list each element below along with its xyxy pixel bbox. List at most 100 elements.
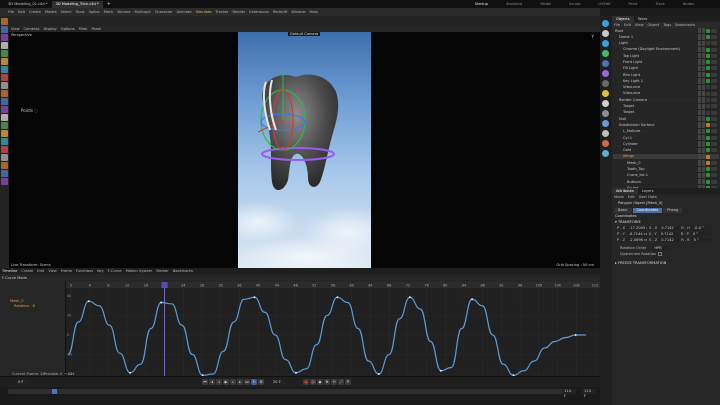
- tab-attributes[interactable]: Attributes: [612, 188, 638, 194]
- material-tag[interactable]: [711, 66, 717, 71]
- document-tab-2[interactable]: 3D Modeling_Trick.c4d *: [51, 0, 103, 8]
- menu-file[interactable]: File: [8, 10, 14, 14]
- material-tag[interactable]: [711, 179, 717, 184]
- render-view-icon[interactable]: [602, 120, 609, 127]
- workspace-track[interactable]: Track: [655, 2, 664, 6]
- material-tag[interactable]: [711, 123, 717, 128]
- object-tag[interactable]: [706, 53, 710, 58]
- material-tag[interactable]: [711, 85, 717, 90]
- cube-icon[interactable]: [602, 20, 609, 27]
- attr-menu-mode[interactable]: Mode: [614, 195, 624, 199]
- viewport-menu-view[interactable]: View: [11, 27, 20, 31]
- visibility-dot[interactable]: [698, 122, 701, 128]
- material-tag[interactable]: [711, 34, 717, 39]
- cloner-icon[interactable]: [602, 50, 609, 57]
- axis-icon[interactable]: [1, 98, 8, 105]
- range-slider[interactable]: [8, 389, 568, 394]
- material-tag[interactable]: [711, 116, 717, 121]
- object-tag[interactable]: [706, 179, 710, 184]
- viewport-menu-display[interactable]: Display: [44, 27, 57, 31]
- visibility-dot[interactable]: [698, 72, 701, 78]
- visibility-dot[interactable]: [702, 109, 705, 116]
- object-tag[interactable]: [706, 104, 710, 109]
- record-button[interactable]: ●: [303, 379, 309, 385]
- objects-menu-tags[interactable]: Tags: [663, 23, 671, 27]
- timeline-menu-edit[interactable]: Edit: [37, 269, 44, 273]
- visibility-dot[interactable]: [702, 147, 705, 153]
- workspace-nodes[interactable]: Nodes: [683, 2, 694, 6]
- visibility-dot[interactable]: [698, 147, 701, 153]
- visibility-dot[interactable]: [698, 128, 701, 134]
- visibility-dot[interactable]: [702, 90, 705, 97]
- object-tag[interactable]: [706, 129, 710, 134]
- material-tag[interactable]: [711, 97, 717, 102]
- workspace-paint[interactable]: Paint: [628, 2, 637, 6]
- document-tab-1[interactable]: 3D Modeling_01.c4d *: [4, 1, 52, 8]
- field-icon[interactable]: [602, 70, 609, 77]
- transform-value-field[interactable]: 0.7142: [658, 231, 679, 237]
- next-key-button[interactable]: ▸: [237, 379, 243, 385]
- object-tag[interactable]: [706, 148, 710, 153]
- model-icon[interactable]: [1, 58, 8, 65]
- timeline-menu-frame[interactable]: Frame: [61, 269, 72, 273]
- visibility-dot[interactable]: [702, 40, 705, 46]
- visibility-dot[interactable]: [702, 72, 705, 78]
- material-tag[interactable]: [711, 79, 717, 84]
- live-icon[interactable]: [1, 50, 8, 57]
- paint-icon[interactable]: [1, 138, 8, 145]
- polys-icon[interactable]: [1, 82, 8, 89]
- visibility-dot[interactable]: [702, 59, 705, 65]
- menu-redshift[interactable]: Redshift: [273, 10, 288, 14]
- material-tag[interactable]: [711, 173, 717, 178]
- timeline-menu-motion[interactable]: Motion System: [126, 269, 153, 273]
- fcurve-key[interactable]: [336, 296, 339, 299]
- pen-icon[interactable]: [602, 30, 609, 37]
- timeline-menu-functions[interactable]: Functions: [76, 269, 93, 273]
- menu-animate[interactable]: Animate: [177, 10, 192, 14]
- select-icon[interactable]: [1, 42, 8, 49]
- object-tag[interactable]: [706, 97, 710, 102]
- points-icon[interactable]: [1, 66, 8, 73]
- lock-icon[interactable]: [1, 122, 8, 129]
- menu-tools[interactable]: Tools: [76, 10, 85, 14]
- prev-frame-button[interactable]: ◃: [216, 379, 222, 385]
- transform-value-field[interactable]: 0.7142: [659, 237, 680, 243]
- visibility-dot[interactable]: [702, 116, 705, 122]
- transform-value-field[interactable]: 0 °: [691, 237, 712, 243]
- menu-extensions[interactable]: Extensions: [249, 10, 269, 14]
- viewport[interactable]: Perspective Y Points ◌ Default Camera Li…: [9, 32, 600, 268]
- visibility-dot[interactable]: [698, 160, 701, 166]
- workspace-model[interactable]: Model: [540, 2, 551, 6]
- render-icon[interactable]: [602, 110, 609, 117]
- object-tag[interactable]: [706, 28, 710, 33]
- key-rotation-button[interactable]: ⟲: [331, 379, 337, 385]
- object-tag[interactable]: [706, 72, 710, 77]
- timeline-menu-marker[interactable]: Marker: [156, 269, 168, 273]
- viewport-menu-cameras[interactable]: Cameras: [24, 27, 40, 31]
- object-tag[interactable]: [706, 141, 710, 146]
- sculpt-icon[interactable]: [1, 130, 8, 137]
- workspace-uvedit[interactable]: UVEdit: [598, 2, 610, 6]
- first-frame-button[interactable]: ⏮: [202, 379, 208, 385]
- fcurve-graph[interactable]: 0481216202428323640444852566064687276808…: [66, 282, 600, 385]
- material-tag[interactable]: [711, 47, 717, 52]
- tab-objects[interactable]: Objects: [612, 16, 634, 22]
- fcurve-key[interactable]: [129, 371, 132, 374]
- visibility-dot[interactable]: [698, 109, 701, 116]
- fcurve-key[interactable]: [408, 296, 411, 299]
- key-param-button[interactable]: P: [345, 379, 351, 385]
- material-icon[interactable]: [602, 100, 609, 107]
- snap-icon[interactable]: [1, 106, 8, 113]
- freeze-transformation-group[interactable]: ▸ FREEZE TRANSFORMATION: [612, 260, 720, 266]
- object-tag[interactable]: [706, 91, 710, 96]
- material-tag[interactable]: [711, 167, 717, 172]
- timeline-menu-view[interactable]: View: [48, 269, 57, 273]
- fcurve-key[interactable]: [294, 371, 297, 374]
- uv-icon[interactable]: [1, 90, 8, 97]
- visibility-dot[interactable]: [702, 103, 705, 109]
- material-tag[interactable]: [711, 129, 717, 134]
- visibility-dot[interactable]: [702, 65, 705, 72]
- timeline-menu-fcurve[interactable]: F-Curve: [108, 269, 122, 273]
- visibility-dot[interactable]: [698, 90, 701, 97]
- material-tag[interactable]: [711, 154, 717, 159]
